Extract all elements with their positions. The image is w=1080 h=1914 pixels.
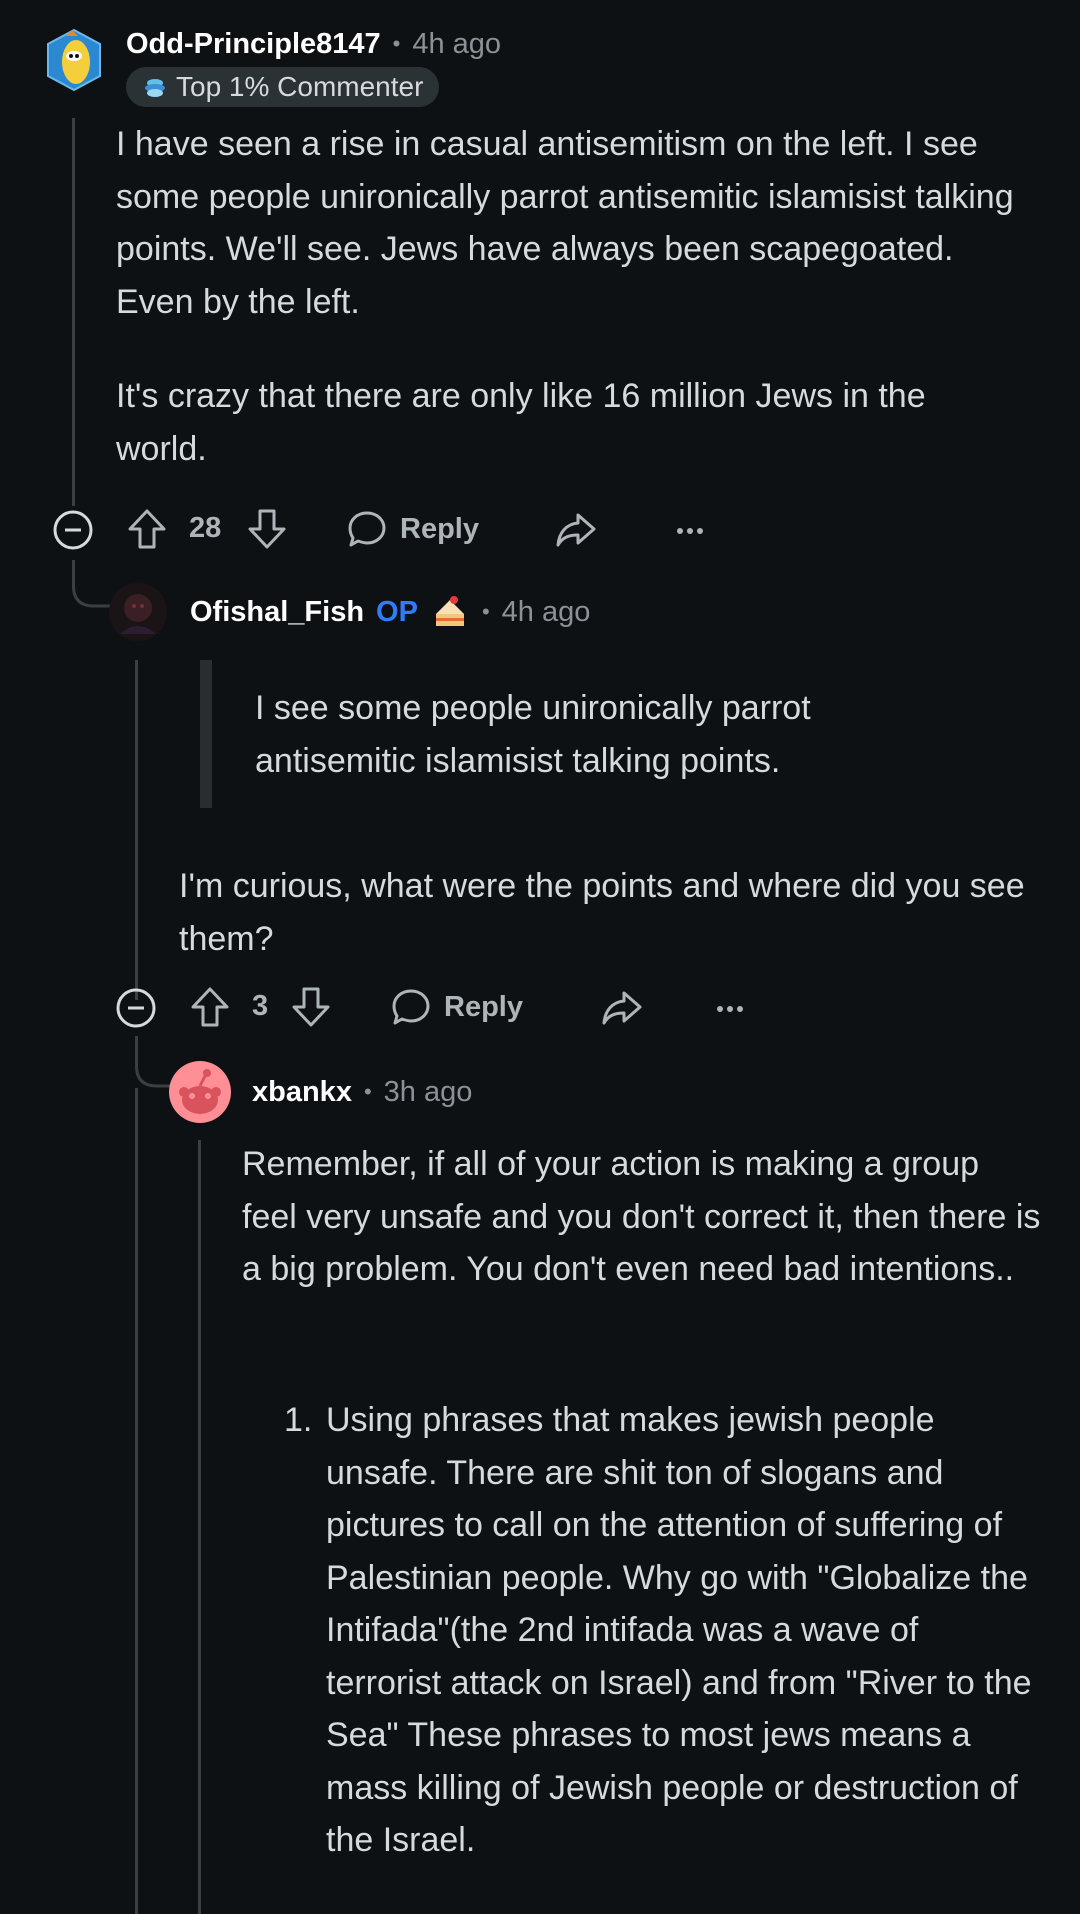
- collapse-button[interactable]: [52, 509, 94, 551]
- downvote-button[interactable]: [246, 507, 288, 551]
- op-badge: OP: [376, 595, 418, 628]
- comment-header: Ofishal_Fish OP • 4h ago: [190, 592, 590, 632]
- list-item-text: Using phrases that makes jewish people u…: [326, 1401, 1032, 1859]
- share-arrow-icon: [556, 513, 596, 547]
- list-number: 1.: [284, 1401, 313, 1439]
- thread-line[interactable]: [198, 1140, 201, 1914]
- comment-ofishal-fish: Ofishal_Fish OP • 4h ago I see some peop…: [0, 570, 1080, 1030]
- comment-paragraph: I have seen a rise in casual antisemitis…: [116, 125, 1014, 321]
- separator-dot: •: [481, 599, 490, 624]
- more-options-button[interactable]: [710, 985, 750, 1029]
- reply-button[interactable]: Reply: [390, 985, 523, 1029]
- avatar[interactable]: [44, 26, 104, 94]
- vote-count: 3: [252, 990, 269, 1022]
- thread-line[interactable]: [135, 660, 138, 1000]
- comment-body: I have seen a rise in casual antisemitis…: [116, 118, 1016, 475]
- share-button[interactable]: [554, 507, 598, 551]
- share-button[interactable]: [600, 985, 644, 1029]
- list-item: 1. Using phrases that makes jewish peopl…: [284, 1394, 1040, 1867]
- action-bar: 3 Reply: [115, 982, 1015, 1032]
- share-arrow-icon: [602, 991, 642, 1025]
- avatar[interactable]: [168, 1060, 232, 1124]
- comment-paragraph: I'm curious, what were the points and wh…: [179, 867, 1025, 958]
- comment-paragraph: Remember, if all of your action is makin…: [242, 1145, 1041, 1288]
- reply-label: Reply: [444, 990, 523, 1023]
- ellipsis-icon: [677, 528, 703, 534]
- cake-day-icon: [430, 592, 470, 632]
- vote-count: 28: [189, 512, 222, 544]
- reply-label: Reply: [400, 512, 479, 545]
- arrow-up-icon: [128, 509, 166, 549]
- comment-body: Remember, if all of your action is makin…: [242, 1138, 1042, 1296]
- minus-circle-icon: [53, 510, 93, 550]
- upvote-button[interactable]: [189, 985, 231, 1029]
- separator-dot: •: [363, 1079, 372, 1104]
- badge-label: Top 1% Commenter: [176, 71, 424, 102]
- action-bar: 28 Reply: [52, 504, 1052, 554]
- comment-body: I'm curious, what were the points and wh…: [179, 860, 1039, 965]
- downvote-button[interactable]: [290, 985, 332, 1029]
- arrow-up-icon: [191, 987, 229, 1027]
- speech-bubble-icon: [348, 511, 386, 547]
- ellipsis-icon: [717, 1006, 743, 1012]
- upvote-button[interactable]: [126, 507, 168, 551]
- arrow-down-icon: [292, 987, 330, 1027]
- minus-circle-icon: [116, 988, 156, 1028]
- reply-button[interactable]: Reply: [346, 507, 479, 551]
- comment-odd-principle: Odd-Principle8147 • 4h ago Top 1% Commen…: [0, 0, 1080, 560]
- comment-paragraph: It's crazy that there are only like 16 m…: [116, 377, 926, 468]
- username[interactable]: xbankx: [252, 1076, 352, 1109]
- arrow-down-icon: [248, 509, 286, 549]
- comment-header: Odd-Principle8147 • 4h ago: [126, 24, 501, 64]
- username[interactable]: Odd-Principle8147: [126, 28, 381, 61]
- top-commenter-badge[interactable]: Top 1% Commenter: [126, 67, 440, 107]
- speech-bubble-icon: [392, 989, 430, 1025]
- top-commenter-icon: [142, 74, 168, 100]
- more-options-button[interactable]: [670, 507, 710, 551]
- comment-header: xbankx • 3h ago: [252, 1072, 472, 1112]
- separator-dot: •: [392, 31, 401, 56]
- avatar[interactable]: [108, 582, 168, 642]
- timestamp: 4h ago: [412, 27, 502, 60]
- thread-line[interactable]: [72, 118, 75, 506]
- timestamp: 4h ago: [501, 595, 591, 628]
- timestamp: 3h ago: [383, 1075, 473, 1108]
- blockquote: I see some people unironically parrot an…: [255, 689, 811, 780]
- collapse-button[interactable]: [115, 987, 157, 1029]
- username[interactable]: Ofishal_Fish: [190, 596, 364, 629]
- comment-xbankx: xbankx • 3h ago Remember, if all of your…: [0, 1050, 1080, 1914]
- quote-bar: [200, 660, 212, 808]
